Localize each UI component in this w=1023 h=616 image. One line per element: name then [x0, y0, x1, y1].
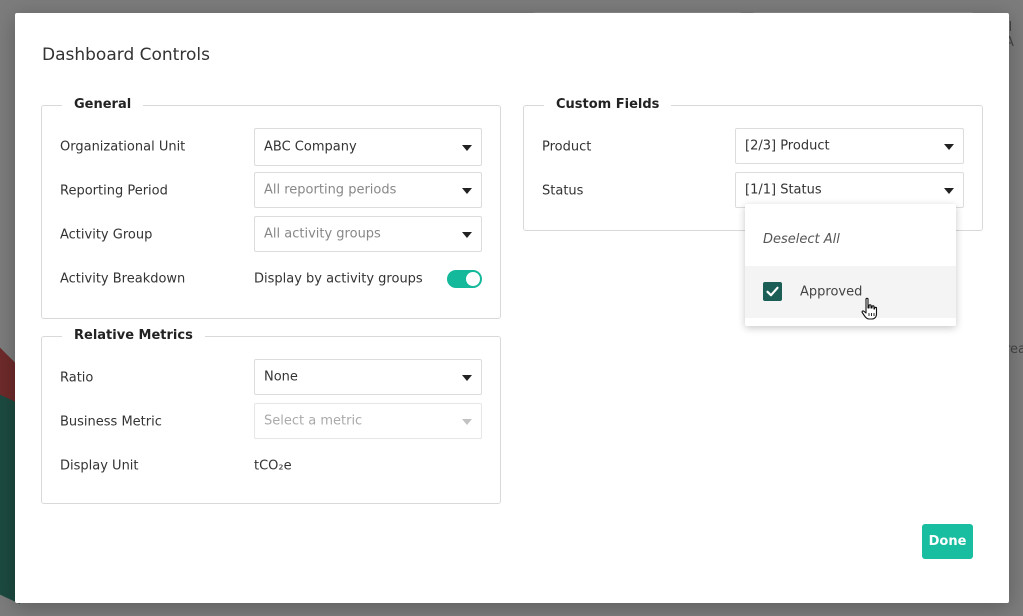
relative-metrics-legend: Relative Metrics [62, 328, 205, 343]
status-dropdown-menu: Deselect All Approved [745, 204, 956, 326]
chevron-down-icon [462, 419, 472, 425]
display-unit-label: Display Unit [60, 458, 139, 474]
reporting-period-select[interactable]: All reporting periods [254, 172, 482, 208]
modal-title: Dashboard Controls [42, 45, 210, 65]
org-unit-label: Organizational Unit [60, 139, 186, 155]
reporting-period-placeholder: All reporting periods [264, 182, 397, 198]
product-select[interactable]: [2/3] Product [735, 128, 964, 164]
activity-group-placeholder: All activity groups [264, 226, 381, 242]
business-metric-label: Business Metric [60, 414, 162, 430]
deselect-all-option[interactable]: Deselect All [763, 232, 840, 247]
display-unit-row: Display Unit tCO₂e [60, 447, 482, 485]
product-label: Product [542, 139, 592, 155]
general-panel: General Organizational Unit ABC Company … [41, 97, 501, 319]
checkbox-checked-icon[interactable] [763, 282, 782, 301]
status-select[interactable]: [1/1] Status [735, 172, 964, 208]
hand-pointer-cursor-icon [861, 297, 878, 320]
business-metric-placeholder: Select a metric [264, 413, 363, 429]
activity-breakdown-row: Activity Breakdown Display by activity g… [60, 260, 482, 298]
business-metric-select[interactable]: Select a metric [254, 403, 482, 439]
custom-fields-legend: Custom Fields [544, 97, 672, 112]
status-option-label: Approved [800, 284, 863, 300]
chevron-down-icon [462, 232, 472, 238]
chevron-down-icon [944, 188, 954, 194]
business-metric-row: Business Metric Select a metric [60, 403, 482, 441]
org-unit-value: ABC Company [264, 139, 357, 155]
activity-breakdown-label: Activity Breakdown [60, 271, 186, 287]
chevron-down-icon [944, 144, 954, 150]
activity-group-row: Activity Group All activity groups [60, 216, 482, 254]
status-label: Status [542, 183, 584, 199]
product-row: Product [2/3] Product [542, 128, 964, 166]
product-value: [2/3] Product [745, 138, 830, 154]
reporting-period-label: Reporting Period [60, 183, 168, 199]
relative-metrics-panel: Relative Metrics Ratio None Business Met… [41, 328, 501, 504]
status-value: [1/1] Status [745, 182, 822, 198]
activity-breakdown-toggle[interactable] [447, 270, 482, 288]
ratio-label: Ratio [60, 370, 94, 386]
ratio-row: Ratio None [60, 359, 482, 397]
ratio-select[interactable]: None [254, 359, 482, 395]
display-unit-value: tCO₂e [254, 458, 292, 474]
chevron-down-icon [462, 375, 472, 381]
status-option-approved[interactable]: Approved [745, 266, 956, 318]
toggle-knob [466, 272, 480, 286]
activity-group-label: Activity Group [60, 227, 153, 243]
reporting-period-row: Reporting Period All reporting periods [60, 172, 482, 210]
activity-group-select[interactable]: All activity groups [254, 216, 482, 252]
org-unit-select[interactable]: ABC Company [254, 128, 482, 166]
chevron-down-icon [462, 188, 472, 194]
org-unit-row: Organizational Unit ABC Company [60, 128, 482, 166]
general-legend: General [62, 97, 144, 112]
activity-breakdown-value: Display by activity groups [254, 271, 423, 287]
done-button[interactable]: Done [922, 524, 973, 559]
chevron-down-icon [462, 145, 472, 151]
ratio-value: None [264, 369, 298, 385]
